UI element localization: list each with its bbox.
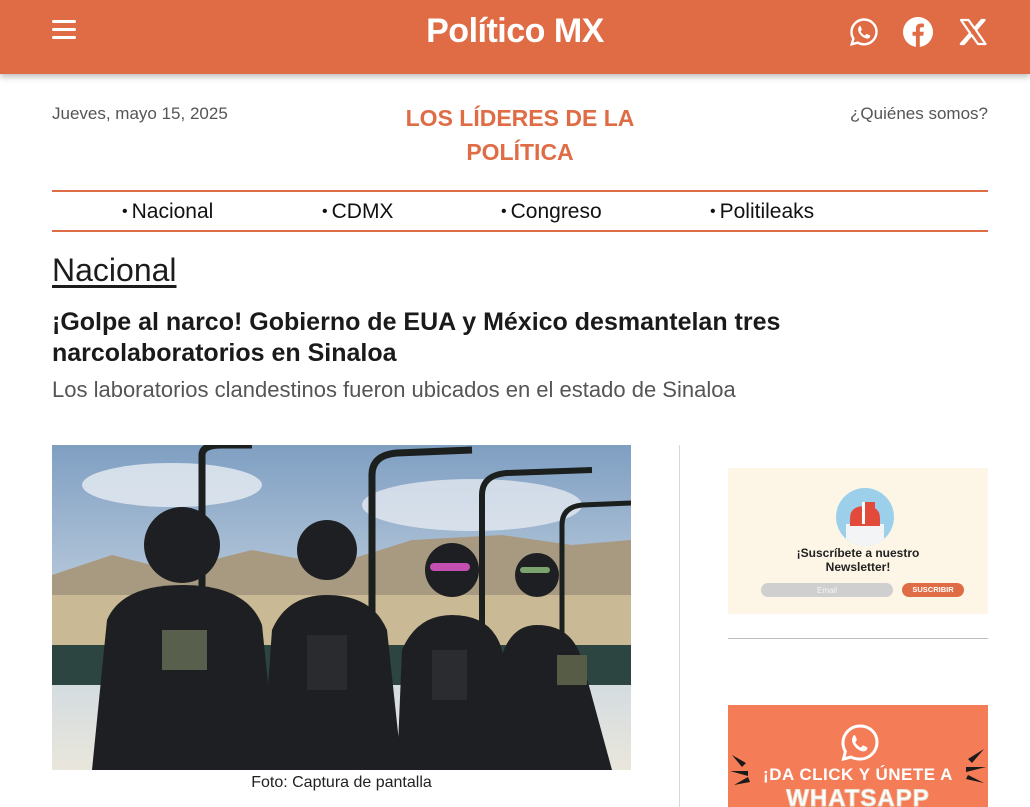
section-link[interactable]: Nacional bbox=[52, 252, 177, 289]
column-divider bbox=[679, 445, 680, 807]
article-photo bbox=[52, 445, 631, 770]
photo-caption: Foto: Captura de pantalla bbox=[251, 774, 432, 791]
nav-item-congreso[interactable]: Congreso bbox=[501, 200, 602, 224]
nav-item-cdmx[interactable]: CDMX bbox=[322, 200, 394, 224]
whatsapp-banner-line1: ¡DA CLICK Y ÚNETE A bbox=[763, 765, 953, 784]
site-tagline: LOS LÍDERES DE LA POLÍTICA bbox=[405, 105, 635, 165]
article-subhead: Los laboratorios clandestinos fueron ubi… bbox=[52, 377, 736, 402]
main-nav: Nacional CDMX Congreso Politileaks bbox=[52, 190, 988, 232]
whatsapp-icon bbox=[841, 724, 879, 762]
newsletter-email-input[interactable] bbox=[761, 583, 893, 597]
nav-item-politileaks[interactable]: Politileaks bbox=[710, 200, 815, 224]
sidebar-divider bbox=[728, 638, 988, 639]
subscribe-button[interactable]: SUSCRIBIR bbox=[902, 583, 964, 597]
current-date: Jueves, mayo 15, 2025 bbox=[52, 104, 228, 123]
whatsapp-banner-line2: WHATSAPP bbox=[786, 785, 930, 807]
whatsapp-banner[interactable]: ¡DA CLICK Y ÚNETE A WHATSAPP bbox=[728, 705, 988, 807]
newsletter-mailbox-icon bbox=[836, 488, 894, 546]
top-bar: Político MX bbox=[0, 0, 1030, 74]
whatsapp-icon[interactable] bbox=[848, 16, 880, 48]
about-link[interactable]: ¿Quiénes somos? bbox=[850, 104, 988, 124]
newsletter-title: ¡Suscríbete a nuestro Newsletter! bbox=[796, 546, 920, 574]
newsletter-card: ¡Suscríbete a nuestro Newsletter! SUSCRI… bbox=[728, 468, 988, 614]
x-icon[interactable] bbox=[957, 16, 989, 48]
nav-item-nacional[interactable]: Nacional bbox=[122, 200, 214, 224]
facebook-icon[interactable] bbox=[902, 16, 934, 48]
article-headline: ¡Golpe al narco! Gobierno de EUA y Méxic… bbox=[52, 308, 781, 367]
